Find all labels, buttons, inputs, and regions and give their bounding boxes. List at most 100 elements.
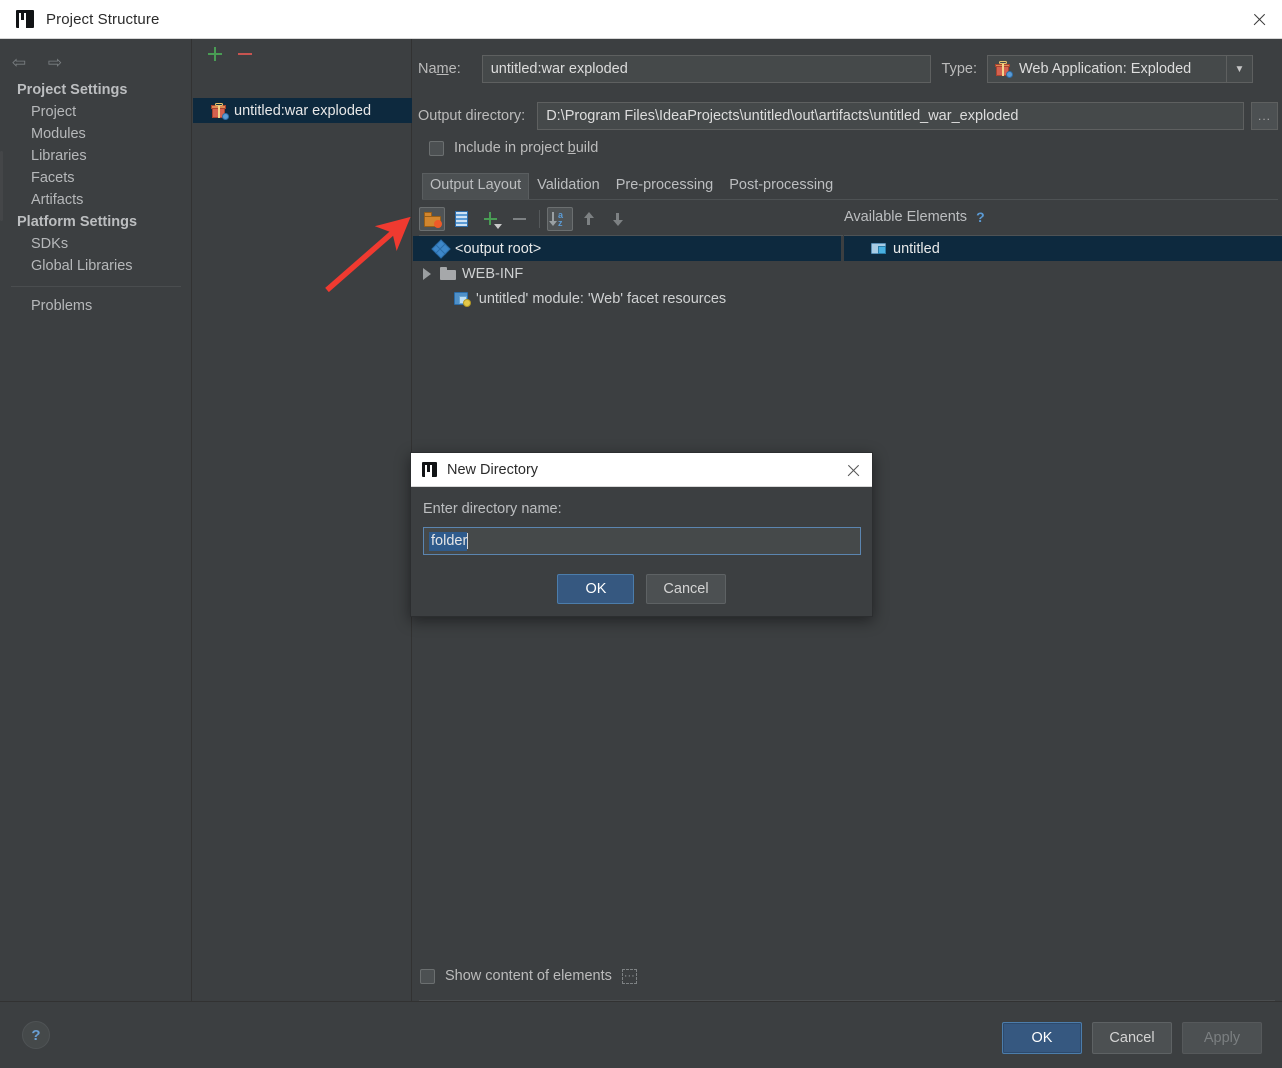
output-directory-label: Output directory: xyxy=(418,108,526,124)
artifact-label: untitled:war exploded xyxy=(234,102,372,119)
sidebar-nav: ⇦ ⇨ xyxy=(8,51,66,73)
tree-row-label: <output root> xyxy=(455,240,542,257)
module-facet-icon xyxy=(454,291,471,307)
available-elements-label: Available Elements xyxy=(844,209,968,225)
tree-row[interactable]: untitled xyxy=(844,236,1282,261)
arrow-down-icon xyxy=(610,211,626,227)
title-bar: Project Structure xyxy=(0,0,1282,39)
output-directory-input[interactable]: D:\Program Files\IdeaProjects\untitled\o… xyxy=(537,102,1244,130)
plus-icon xyxy=(481,210,502,229)
show-content-row[interactable]: Show content of elements ··· xyxy=(420,968,637,984)
sidebar-list: Project Settings Project Modules Librari… xyxy=(0,79,192,317)
minus-icon xyxy=(510,210,528,228)
sidebar-item-libraries[interactable]: Libraries xyxy=(0,145,192,167)
name-input[interactable]: untitled:war exploded xyxy=(481,55,931,83)
sidebar-item-artifacts[interactable]: Artifacts xyxy=(0,189,192,211)
sidebar-item-facets[interactable]: Facets xyxy=(0,167,192,189)
sidebar-item-sdks[interactable]: SDKs xyxy=(0,233,192,255)
artifacts-toolbar xyxy=(193,39,412,69)
settings-sidebar: ⇦ ⇨ Project Settings Project Modules Lib… xyxy=(0,39,192,1001)
sort-button[interactable]: az xyxy=(547,207,573,231)
cancel-button[interactable]: Cancel xyxy=(1092,1022,1172,1054)
remove-artifact-icon[interactable] xyxy=(235,44,255,64)
type-select[interactable]: Web Application: Exploded ▼ xyxy=(987,55,1253,83)
move-down-button[interactable] xyxy=(605,207,631,231)
chevron-down-icon[interactable]: ▼ xyxy=(1226,56,1252,82)
sidebar-item-problems[interactable]: Problems xyxy=(0,295,192,317)
sidebar-group-project-settings: Project Settings xyxy=(17,82,128,98)
sidebar-item-global-libraries[interactable]: Global Libraries xyxy=(0,255,192,277)
show-content-label: Show content of elements xyxy=(445,968,612,984)
include-in-build-label: Include in project build xyxy=(454,140,599,156)
type-row: Type: Web Application: Exploded ▼ xyxy=(942,55,1253,83)
help-icon[interactable]: ? xyxy=(976,209,985,225)
tree-row[interactable]: WEB-INF xyxy=(413,261,841,286)
splitter-handle[interactable] xyxy=(841,236,844,1001)
directory-name-value: folder xyxy=(429,531,468,551)
dialog-title: New Directory xyxy=(447,461,539,478)
browse-button[interactable]: ... xyxy=(1251,102,1278,130)
directory-name-input[interactable]: folder xyxy=(423,527,861,555)
module-icon xyxy=(871,241,887,256)
include-in-build-checkbox[interactable] xyxy=(429,140,444,156)
sidebar-item-modules[interactable]: Modules xyxy=(0,123,192,145)
tab-pre-processing[interactable]: Pre-processing xyxy=(608,173,722,199)
folder-icon xyxy=(440,267,456,280)
name-label: Name: xyxy=(418,61,461,77)
sidebar-divider xyxy=(11,286,181,287)
tree-row-label: untitled xyxy=(893,240,940,257)
toolbar-divider xyxy=(539,210,540,228)
arrow-up-icon xyxy=(581,211,597,227)
sidebar-item-project[interactable]: Project xyxy=(0,101,192,123)
add-element-button[interactable] xyxy=(477,207,503,231)
include-in-build-row[interactable]: Include in project build xyxy=(429,140,598,156)
output-root-icon xyxy=(431,238,451,259)
name-row: Name: untitled:war exploded xyxy=(418,55,931,83)
create-archive-button[interactable] xyxy=(448,207,474,231)
tab-validation[interactable]: Validation xyxy=(529,173,608,199)
type-value: Web Application: Exploded xyxy=(1019,61,1192,77)
output-layout-tree: <output root> WEB-INF 'untitled' module:… xyxy=(413,236,841,311)
tree-row[interactable]: 'untitled' module: 'Web' facet resources xyxy=(413,286,841,311)
close-icon[interactable] xyxy=(1236,0,1282,38)
intellij-logo-icon xyxy=(422,462,437,477)
dialog-ok-button[interactable]: OK xyxy=(557,574,635,604)
dialog-title-bar: New Directory xyxy=(411,453,872,487)
dialog-buttons: OK Cancel xyxy=(423,574,860,604)
tab-output-layout[interactable]: Output Layout xyxy=(422,173,530,199)
intellij-logo-icon xyxy=(16,10,34,28)
output-directory-row: Output directory: D:\Program Files\IdeaP… xyxy=(418,102,1278,130)
dialog-prompt: Enter directory name: xyxy=(423,501,562,517)
sidebar-group-platform-settings: Platform Settings xyxy=(17,214,138,230)
add-artifact-icon[interactable] xyxy=(205,44,225,64)
tree-row-label: 'untitled' module: 'Web' facet resources xyxy=(476,290,727,307)
available-elements-header: Available Elements ? xyxy=(844,209,985,225)
editor-tabs: Output Layout Validation Pre-processing … xyxy=(422,173,1278,200)
type-label: Type: xyxy=(941,61,977,77)
help-button[interactable]: ? xyxy=(22,1021,50,1049)
available-elements-tree: untitled xyxy=(844,236,1282,261)
ok-button[interactable]: OK xyxy=(1002,1022,1082,1054)
window-title: Project Structure xyxy=(46,10,160,28)
move-up-button[interactable] xyxy=(576,207,602,231)
create-directory-button[interactable] xyxy=(419,207,445,231)
remove-element-button[interactable] xyxy=(506,207,532,231)
show-content-options-button[interactable]: ··· xyxy=(621,968,637,984)
back-arrow-icon[interactable]: ⇦ xyxy=(8,51,30,73)
list-item[interactable]: untitled:war exploded xyxy=(193,98,412,123)
new-directory-dialog: New Directory Enter directory name: fold… xyxy=(410,452,873,617)
tree-row[interactable]: <output root> xyxy=(413,236,841,261)
apply-button[interactable]: Apply xyxy=(1182,1022,1262,1054)
forward-arrow-icon[interactable]: ⇨ xyxy=(44,51,66,73)
dialog-cancel-button[interactable]: Cancel xyxy=(646,574,726,604)
artifact-icon xyxy=(211,102,229,120)
dialog-close-icon[interactable] xyxy=(842,459,864,481)
expand-arrow-icon[interactable] xyxy=(423,267,431,280)
artifacts-list-panel: untitled:war exploded xyxy=(193,39,412,1001)
archive-icon xyxy=(454,211,468,227)
tab-post-processing[interactable]: Post-processing xyxy=(721,173,841,199)
footer-buttons: OK Cancel Apply xyxy=(1002,1022,1262,1054)
output-layout-toolbar: az xyxy=(419,206,849,232)
dialog-body: Enter directory name: folder OK Cancel xyxy=(411,487,872,604)
show-content-checkbox[interactable] xyxy=(420,968,435,984)
